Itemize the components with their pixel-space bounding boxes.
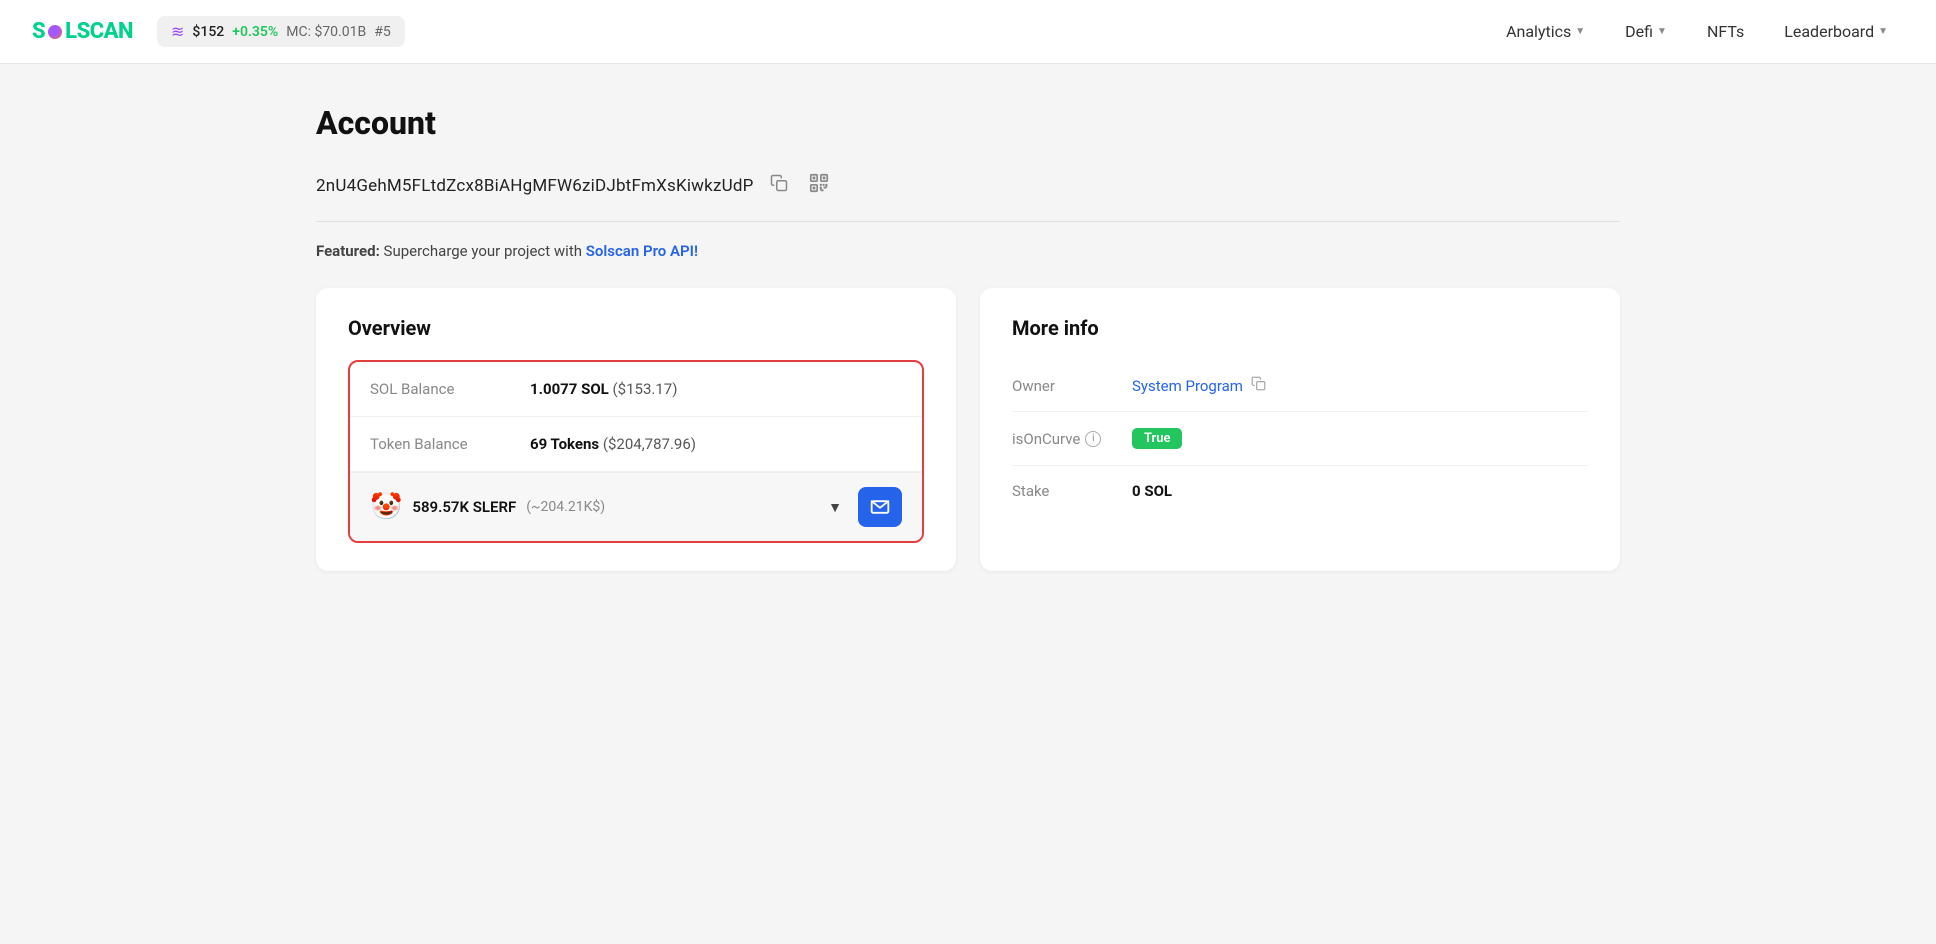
more-info-card: More info Owner System Program isOnCurve <box>980 288 1620 571</box>
header: S LSCAN ≋ $152 +0.35% MC: $70.01B #5 Anal… <box>0 0 1936 64</box>
token-name: 589.57K SLERF <box>412 498 516 516</box>
featured-row: Featured: Supercharge your project with … <box>316 242 1620 260</box>
sol-balance-usd: ($153.17) <box>613 380 678 398</box>
sol-balance-amount: 1.0077 SOL <box>530 380 609 398</box>
main-nav: Analytics ▼ Defi ▼ NFTs Leaderboard ▼ <box>1490 14 1904 49</box>
logo-text-sol: S <box>32 19 45 44</box>
copy-address-button[interactable] <box>766 172 792 199</box>
price-mc: MC: $70.01B <box>286 24 366 40</box>
owner-value: System Program <box>1132 376 1266 395</box>
send-button[interactable] <box>858 487 902 527</box>
nav-analytics-label: Analytics <box>1506 22 1571 41</box>
defi-chevron-icon: ▼ <box>1657 26 1667 37</box>
sol-balance-value: 1.0077 SOL ($153.17) <box>530 380 677 398</box>
analytics-chevron-icon: ▼ <box>1575 26 1585 37</box>
nav-analytics[interactable]: Analytics ▼ <box>1490 14 1601 49</box>
price-amount: $152 <box>192 24 224 40</box>
featured-link[interactable]: Solscan Pro API! <box>586 242 698 260</box>
logo[interactable]: S LSCAN <box>32 19 133 44</box>
stake-label: Stake <box>1012 482 1132 500</box>
address-row: 2nU4GehM5FLtdZcx8BiAHgMFW6ziDJbtFmXsKiwk… <box>316 170 1620 222</box>
stake-row: Stake 0 SOL <box>1012 466 1588 516</box>
logo-dot-icon <box>48 25 62 39</box>
page-title: Account <box>316 104 1620 142</box>
token-dropdown-chevron-icon: ▼ <box>828 499 842 516</box>
overview-title: Overview <box>348 316 924 340</box>
owner-link[interactable]: System Program <box>1132 377 1243 395</box>
main-content: Account 2nU4GehM5FLtdZcx8BiAHgMFW6ziDJbt… <box>268 64 1668 611</box>
is-on-curve-badge: True <box>1132 428 1182 449</box>
token-balance-usd: ($204,787.96) <box>603 435 696 453</box>
is-on-curve-value: True <box>1132 428 1182 449</box>
nav-leaderboard[interactable]: Leaderboard ▼ <box>1768 14 1904 49</box>
is-on-curve-row: isOnCurve i True <box>1012 412 1588 466</box>
overview-card: Overview SOL Balance 1.0077 SOL ($153.17… <box>316 288 956 571</box>
is-on-curve-label: isOnCurve i <box>1012 430 1132 448</box>
token-balance-label: Token Balance <box>370 435 530 453</box>
logo-text-scan: LSCAN <box>65 19 133 44</box>
stake-value: 0 SOL <box>1132 482 1172 500</box>
more-info-title: More info <box>1012 316 1588 340</box>
token-emoji: 🤡 <box>370 494 402 520</box>
overview-box: SOL Balance 1.0077 SOL ($153.17) Token B… <box>348 360 924 543</box>
price-badge[interactable]: ≋ $152 +0.35% MC: $70.01B #5 <box>157 16 405 47</box>
nav-nfts-label: NFTs <box>1707 22 1744 41</box>
price-change: +0.35% <box>232 24 278 40</box>
token-dropdown-row: 🤡 589.57K SLERF (~204.21K$) ▼ <box>350 472 922 541</box>
nav-defi[interactable]: Defi ▼ <box>1609 14 1683 49</box>
token-balance-row: Token Balance 69 Tokens ($204,787.96) <box>350 417 922 472</box>
token-usd-value: (~204.21K$) <box>526 499 605 515</box>
token-balance-amount: 69 Tokens <box>530 435 599 453</box>
nav-nfts[interactable]: NFTs <box>1691 14 1760 49</box>
cards-row: Overview SOL Balance 1.0077 SOL ($153.17… <box>316 288 1620 571</box>
token-selector[interactable]: 🤡 589.57K SLERF (~204.21K$) ▼ <box>370 494 842 520</box>
is-on-curve-info-icon[interactable]: i <box>1085 431 1101 447</box>
stake-amount: 0 SOL <box>1132 482 1172 500</box>
leaderboard-chevron-icon: ▼ <box>1878 26 1888 37</box>
owner-row: Owner System Program <box>1012 360 1588 412</box>
account-address: 2nU4GehM5FLtdZcx8BiAHgMFW6ziDJbtFmXsKiwk… <box>316 176 754 196</box>
nav-leaderboard-label: Leaderboard <box>1784 22 1874 41</box>
copy-owner-button[interactable] <box>1251 376 1266 395</box>
owner-label: Owner <box>1012 377 1132 395</box>
sol-balance-label: SOL Balance <box>370 380 530 398</box>
nav-defi-label: Defi <box>1625 22 1653 41</box>
sol-balance-row: SOL Balance 1.0077 SOL ($153.17) <box>350 362 922 417</box>
qr-code-button[interactable] <box>804 170 834 201</box>
token-balance-value: 69 Tokens ($204,787.96) <box>530 435 696 453</box>
sol-icon: ≋ <box>171 22 184 41</box>
featured-label: Featured: <box>316 242 380 260</box>
price-rank: #5 <box>374 24 391 40</box>
featured-text: Supercharge your project with <box>384 242 586 260</box>
